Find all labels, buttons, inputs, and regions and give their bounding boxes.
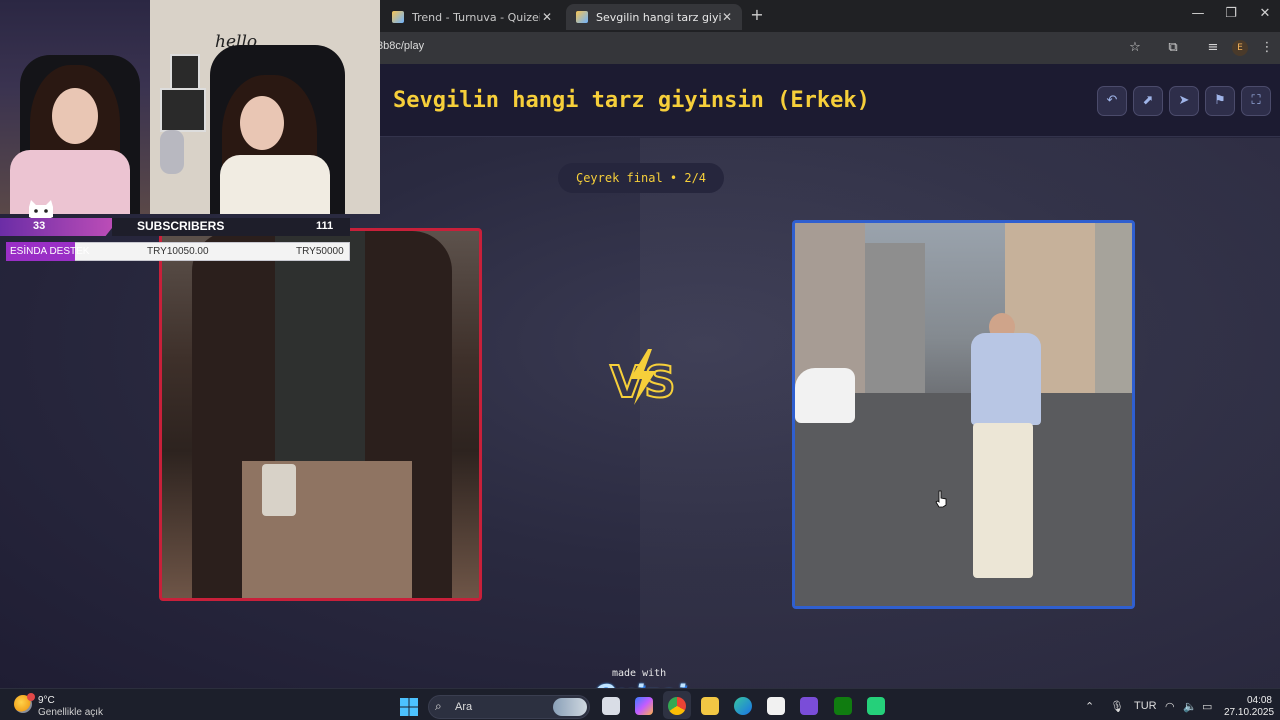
tray-chevron-icon[interactable]: ⌃ <box>1085 700 1094 713</box>
photo-building <box>1095 223 1132 393</box>
file-explorer-icon[interactable] <box>701 697 719 715</box>
reading-list-icon[interactable]: ≡ <box>1204 39 1222 57</box>
sub-count-badge <box>0 218 120 236</box>
subscribers-total: 111 <box>316 220 334 232</box>
close-tab-icon[interactable]: ✕ <box>722 10 732 24</box>
photo-car <box>795 368 855 423</box>
microphone-icon[interactable]: 🎙 <box>1110 700 1124 713</box>
donation-goal-current: TRY10050.00 <box>147 246 209 257</box>
fullscreen-button[interactable]: ⛶ <box>1241 86 1271 116</box>
photo-street <box>795 393 1132 606</box>
streamer-face <box>240 96 284 150</box>
photo-building <box>865 243 925 393</box>
clock-time: 04:08 <box>1246 695 1272 706</box>
photo-person-shirt <box>971 333 1041 425</box>
menu-kebab-icon[interactable]: ⋮ <box>1258 39 1276 57</box>
quizei-favicon-icon <box>576 11 588 23</box>
battery-icon[interactable]: ▭ <box>1202 700 1212 713</box>
hand-cursor-icon <box>935 490 947 508</box>
windows-start-icon[interactable] <box>400 698 418 716</box>
task-view-icon[interactable] <box>602 697 620 715</box>
vs-lightning-icon: VS <box>609 349 677 409</box>
extensions-icon[interactable]: ⧉ <box>1164 39 1182 57</box>
tab-title: Trend - Turnuva - Quizei <box>412 10 540 24</box>
search-icon: ⌕ <box>435 699 442 713</box>
quizei-favicon-icon <box>392 11 404 23</box>
chrome-icon[interactable] <box>668 697 686 715</box>
tab-trend-turnuva[interactable]: Trend - Turnuva - Quizei ✕ <box>382 4 562 30</box>
streamer-face <box>52 88 98 144</box>
restore-button[interactable]: ❐ <box>1223 6 1239 21</box>
search-highlight-image <box>553 698 587 716</box>
app-icon-green[interactable] <box>867 697 885 715</box>
volume-icon[interactable]: 🔈 <box>1183 700 1197 713</box>
quiz-title: Sevgilin hangi tarz giyinsin (Erkek) <box>393 88 870 113</box>
photo-person-trousers <box>973 423 1033 578</box>
microphone <box>160 130 184 174</box>
option-card-right[interactable] <box>792 220 1135 609</box>
donation-goal-name: ESİNDA DESTEK <box>10 246 90 257</box>
tab-sevgilin-quiz[interactable]: Sevgilin hangi tarz giyinsin (Erke ✕ <box>566 4 742 30</box>
weather-badge <box>27 693 35 701</box>
app-icon-purple[interactable] <box>800 697 818 715</box>
search-placeholder: Ara <box>455 701 473 713</box>
option-card-left[interactable] <box>159 228 482 601</box>
edge-icon[interactable] <box>734 697 752 715</box>
profile-avatar[interactable]: E <box>1232 40 1248 56</box>
outfit-photo-cup <box>262 464 296 516</box>
undo-button[interactable]: ↶ <box>1097 86 1127 116</box>
wifi-icon[interactable]: ◠ <box>1165 700 1175 713</box>
xbox-icon[interactable] <box>834 697 852 715</box>
cat-logo-icon <box>29 200 53 220</box>
streamer-webcam: hello <box>0 0 380 214</box>
language-indicator[interactable]: TUR <box>1134 700 1157 712</box>
outfit-photo-sweater <box>275 231 365 461</box>
close-window-button[interactable]: ✕ <box>1257 6 1273 21</box>
round-indicator: Çeyrek final • 2/4 <box>558 163 724 193</box>
weather-condition[interactable]: Genellikle açık <box>38 707 103 718</box>
made-with-label: made with <box>612 668 667 679</box>
new-tab-button[interactable]: + <box>748 5 766 24</box>
send-button[interactable]: ➤ <box>1169 86 1199 116</box>
share-button[interactable]: ⬈ <box>1133 86 1163 116</box>
subscribers-label: SUBSCRIBERS <box>137 219 225 233</box>
report-flag-button[interactable]: ⚑ <box>1205 86 1235 116</box>
url-field[interactable]: 3b8c/play <box>377 40 424 52</box>
streamer-top <box>220 155 330 214</box>
clock-date: 27.10.2025 <box>1224 707 1275 718</box>
sub-count: 33 <box>33 220 46 232</box>
weather-temperature[interactable]: 9°C <box>38 695 55 706</box>
donation-goal-target: TRY50000 <box>296 246 344 257</box>
quizei-logo[interactable]: Quizei <box>594 680 685 688</box>
wall-poster <box>170 54 200 90</box>
close-tab-icon[interactable]: ✕ <box>542 10 552 24</box>
taskbar-clock[interactable]: 04:08 27.10.2025 <box>1224 695 1275 719</box>
wall-poster <box>160 88 206 132</box>
minimize-button[interactable]: — <box>1190 6 1206 21</box>
bookmark-star-icon[interactable]: ☆ <box>1126 39 1144 57</box>
store-icon[interactable] <box>767 697 785 715</box>
copilot-icon[interactable] <box>635 697 653 715</box>
tab-title: Sevgilin hangi tarz giyinsin (Erke <box>596 10 722 24</box>
